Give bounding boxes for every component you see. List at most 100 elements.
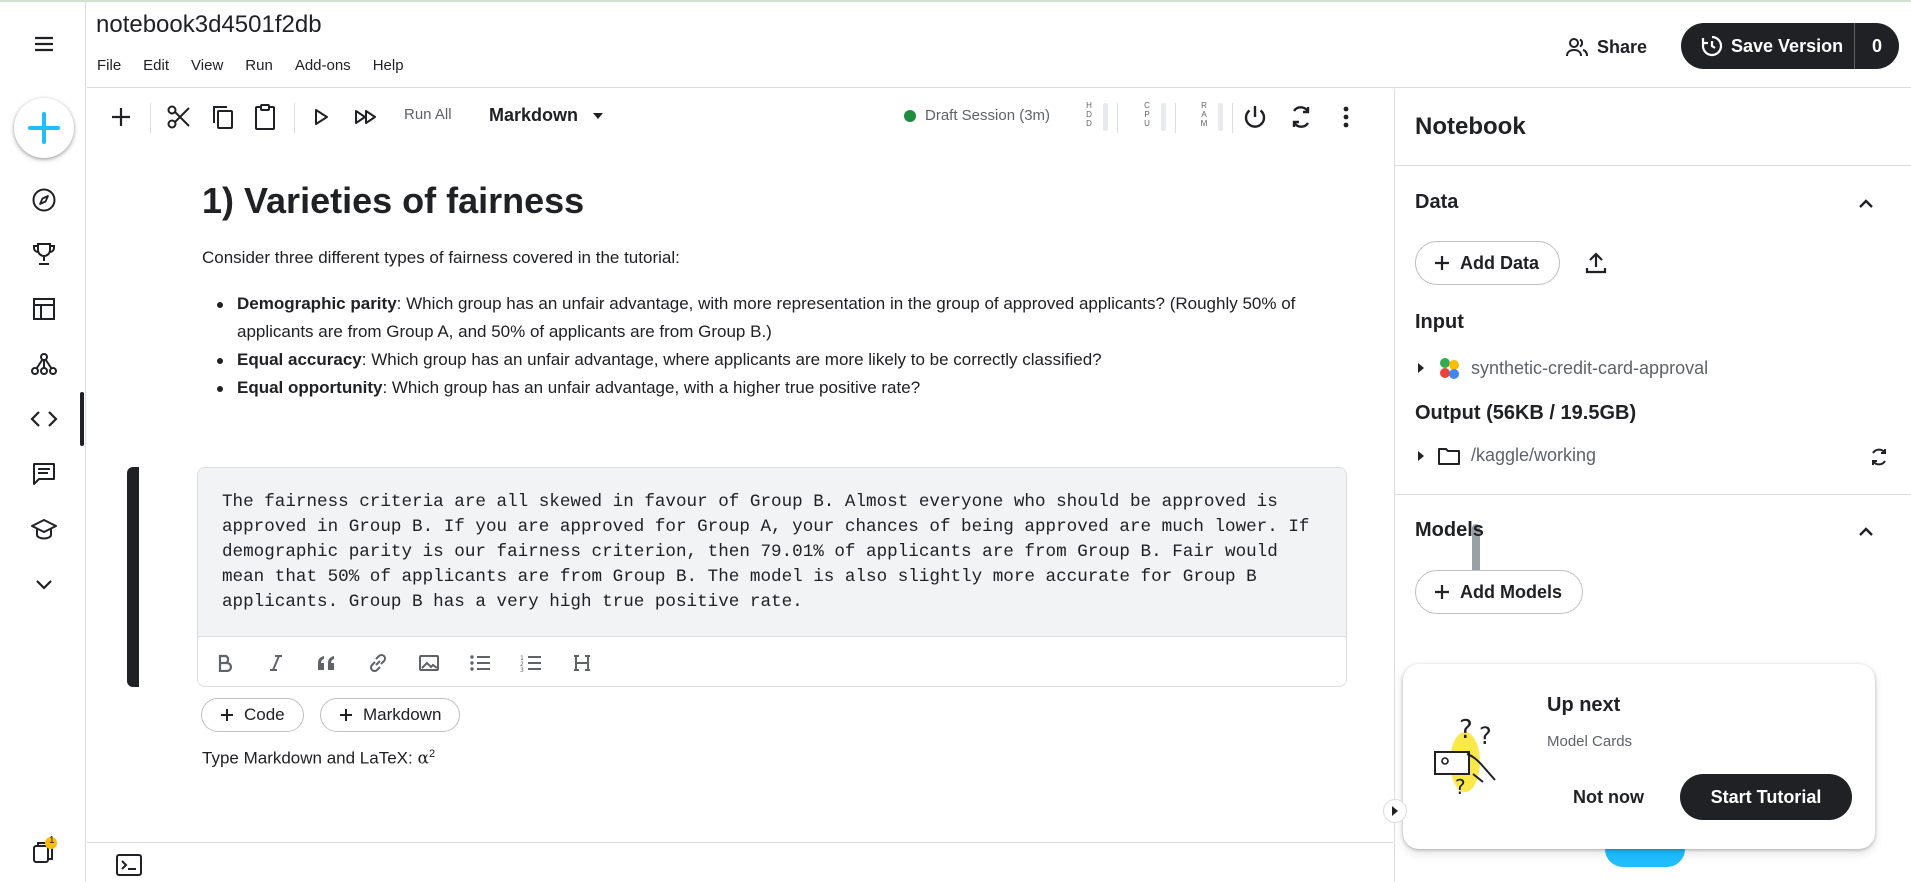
numbered-list-icon[interactable]: 123	[518, 650, 544, 676]
tutorial-illustration-icon: ? ? ?	[1434, 715, 1496, 796]
menu-file[interactable]: File	[97, 57, 121, 74]
list-item: Equal opportunity: Which group has an un…	[202, 374, 1302, 402]
plus-icon	[1435, 585, 1449, 599]
add-markdown-cell-button[interactable]: Markdown	[320, 698, 461, 732]
cell-type-value: Markdown	[489, 105, 579, 125]
panel-title: Notebook	[1415, 113, 1526, 140]
share-label: Share	[1597, 36, 1648, 57]
menu-addons[interactable]: Add-ons	[295, 57, 351, 74]
markdown-editor-cell[interactable]: The fairness criteria are all skewed in …	[197, 467, 1347, 687]
console-icon[interactable]	[115, 853, 143, 877]
collapse-panel-button[interactable]	[1383, 799, 1407, 823]
ram-meter-label: RAM	[1200, 101, 1208, 128]
create-button[interactable]	[14, 98, 74, 158]
svg-text:?: ?	[1459, 715, 1473, 745]
menu-icon[interactable]	[24, 24, 64, 64]
not-now-button[interactable]: Not now	[1573, 787, 1644, 808]
notebook-side-panel: Notebook Data Add Data Input synthetic-c…	[1383, 89, 1911, 882]
people-icon	[1566, 38, 1588, 57]
chevron-up-icon[interactable]	[1855, 193, 1877, 215]
cpu-meter	[1161, 103, 1166, 131]
session-status[interactable]: Draft Session (3m)	[904, 107, 1050, 124]
upload-icon[interactable]	[1584, 251, 1608, 275]
left-nav-rail: 1	[0, 2, 86, 882]
menu-help[interactable]: Help	[373, 57, 404, 74]
bold-icon[interactable]	[212, 650, 238, 676]
session-label: Draft Session (3m)	[925, 107, 1051, 124]
models-icon[interactable]	[24, 344, 64, 384]
discussion-icon[interactable]	[24, 454, 64, 494]
link-icon[interactable]	[365, 650, 391, 676]
notebook-toolbar: Run All Markdown Draft Session (3m) HDD …	[87, 89, 1393, 144]
plus-icon	[28, 112, 60, 144]
caret-right-icon	[1415, 362, 1427, 374]
save-version-button[interactable]: Save Version 0	[1681, 23, 1899, 69]
restart-icon[interactable]	[1287, 103, 1315, 131]
run-cell-icon[interactable]	[307, 103, 335, 131]
run-all-button[interactable]: Run All	[404, 106, 452, 123]
empty-cell-hint[interactable]: Type Markdown and LaTeX: α2	[202, 748, 435, 769]
more-icon[interactable]	[24, 564, 64, 604]
add-code-label: Code	[244, 705, 285, 724]
run-all-icon[interactable]	[352, 103, 380, 131]
refresh-icon[interactable]	[1869, 447, 1889, 467]
code-icon[interactable]	[24, 399, 64, 439]
copy-icon[interactable]	[209, 103, 237, 131]
power-icon[interactable]	[1241, 103, 1269, 131]
history-icon	[1701, 35, 1723, 57]
compass-icon[interactable]	[24, 180, 64, 220]
cut-icon[interactable]	[165, 103, 193, 131]
output-folder-item[interactable]: /kaggle/working	[1415, 445, 1596, 466]
up-next-title: Up next	[1547, 694, 1621, 716]
caret-right-icon	[1392, 806, 1398, 816]
menu-run[interactable]: Run	[245, 57, 273, 74]
caret-down-icon	[593, 112, 604, 119]
image-icon[interactable]	[416, 650, 442, 676]
start-tutorial-button[interactable]: Start Tutorial	[1680, 774, 1852, 820]
list-item: Demographic parity: Which group has an u…	[202, 290, 1302, 346]
add-cell-icon[interactable]	[107, 103, 135, 131]
notifications-icon[interactable]: 1	[24, 832, 64, 872]
add-code-cell-button[interactable]: Code	[201, 698, 304, 732]
italic-icon[interactable]	[263, 650, 289, 676]
plus-icon	[340, 709, 352, 721]
notebook-title[interactable]: notebook3d4501f2db	[96, 11, 322, 39]
plus-icon	[1435, 256, 1449, 270]
input-dataset-item[interactable]: synthetic-credit-card-approval	[1415, 356, 1708, 380]
bulleted-list-icon[interactable]	[467, 650, 493, 676]
plus-icon	[221, 709, 233, 721]
list-item: Equal accuracy: Which group has an unfai…	[202, 346, 1302, 374]
data-section-title: Data	[1415, 191, 1459, 213]
notebook-header: notebook3d4501f2db File Edit View Run Ad…	[87, 2, 1911, 88]
active-cell-indicator	[127, 467, 139, 687]
hdd-meter-label: HDD	[1086, 101, 1092, 128]
cell-heading: 1) Varieties of fairness	[202, 180, 585, 221]
paste-icon[interactable]	[251, 103, 279, 131]
chevron-up-icon[interactable]	[1855, 521, 1877, 543]
version-count[interactable]: 0	[1855, 36, 1899, 57]
up-next-card: ? ? ? Up next Model Cards Not now Start …	[1403, 664, 1875, 849]
menu-view[interactable]: View	[191, 57, 223, 74]
hdd-meter	[1103, 103, 1108, 131]
add-models-button[interactable]: Add Models	[1415, 570, 1583, 614]
add-data-button[interactable]: Add Data	[1415, 241, 1561, 285]
save-version-label: Save Version	[1731, 35, 1844, 56]
more-options-icon[interactable]	[1332, 103, 1360, 131]
quote-icon[interactable]	[314, 650, 340, 676]
cell-type-select[interactable]: Markdown	[489, 105, 604, 126]
share-button[interactable]: Share	[1565, 28, 1647, 66]
learn-icon[interactable]	[24, 509, 64, 549]
svg-text:?: ?	[1479, 722, 1492, 750]
trophy-icon[interactable]	[24, 234, 64, 274]
menu-edit[interactable]: Edit	[143, 57, 169, 74]
folder-icon	[1438, 447, 1460, 465]
caret-right-icon	[1415, 450, 1427, 462]
table-icon[interactable]	[24, 289, 64, 329]
fairness-list: Demographic parity: Which group has an u…	[202, 290, 1302, 402]
add-markdown-label: Markdown	[363, 705, 442, 724]
console-bar	[87, 842, 1393, 882]
output-section-title: Output (56KB / 19.5GB)	[1415, 402, 1637, 424]
markdown-editor[interactable]: The fairness criteria are all skewed in …	[198, 468, 1346, 636]
svg-text:3: 3	[520, 667, 524, 672]
heading-icon[interactable]	[569, 650, 595, 676]
